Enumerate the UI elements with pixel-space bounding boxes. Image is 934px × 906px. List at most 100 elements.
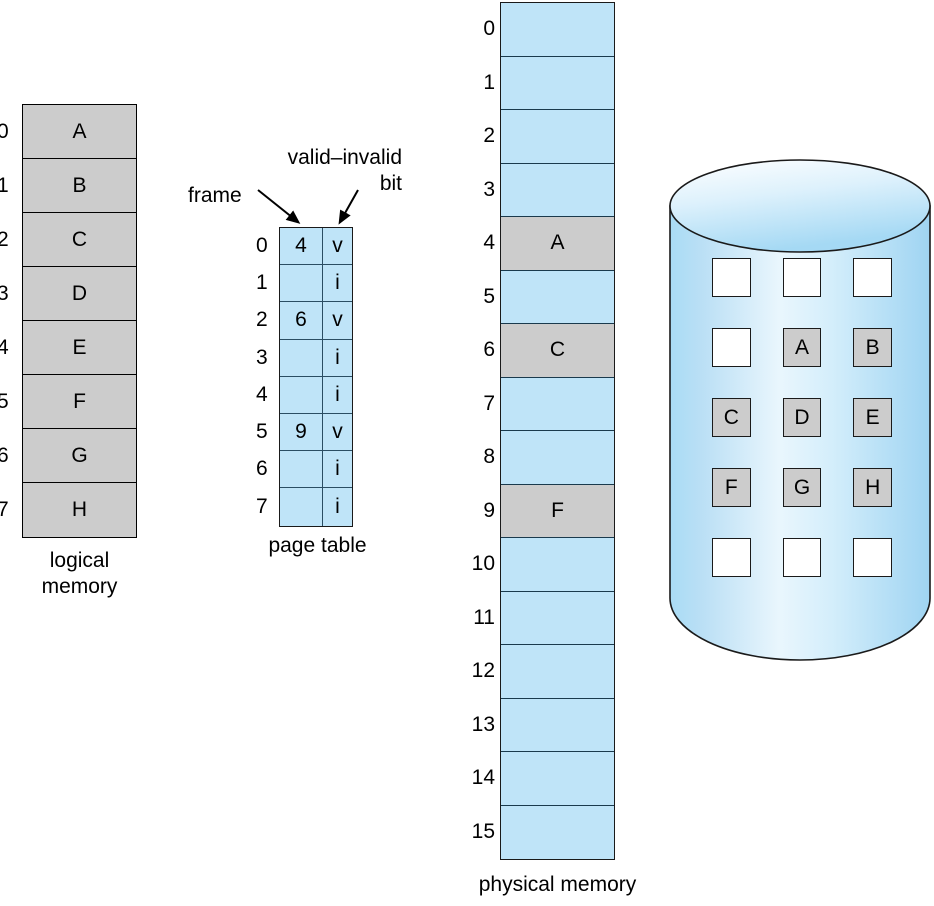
logical-memory-row-index: 2	[0, 227, 9, 251]
logical-memory-caption-line1: logical	[49, 549, 110, 572]
logical-memory-row-value: E	[72, 335, 87, 359]
physical-memory-frame-index: 1	[483, 70, 495, 94]
frame-header-label: frame	[188, 184, 242, 207]
page-table-row-index: 3	[256, 345, 268, 369]
disk-block-row	[712, 258, 893, 297]
page-table-row: 59v	[256, 413, 352, 452]
physical-memory-frame: 1	[483, 56, 614, 110]
physical-memory-caption: physical memory	[478, 873, 637, 896]
physical-memory-frame-value: A	[550, 231, 565, 255]
physical-memory-frame-index: 15	[471, 820, 495, 844]
physical-memory-frame-index: 0	[483, 17, 495, 41]
page-table-valid-invalid-cell: v	[332, 308, 343, 332]
page-table-caption: page table	[268, 534, 367, 557]
physical-memory-frame-index: 4	[483, 231, 495, 255]
page-table-row: 3i	[256, 339, 352, 377]
disk-block-row: CDE	[712, 398, 893, 437]
page-table-row: 7i	[256, 488, 352, 526]
page-table: 04v1i26v3i4i59v6i7i	[256, 227, 353, 527]
page-table-row-index: 2	[256, 308, 268, 332]
logical-memory-row-value: H	[71, 498, 88, 521]
disk-block: D	[782, 398, 822, 437]
page-table-frame-cell	[280, 376, 323, 413]
page-table-frame-cell: 9	[280, 413, 323, 451]
backing-store-disk: AB CDE FGH	[668, 158, 932, 668]
logical-memory-row: 6G	[0, 429, 136, 483]
logical-memory-row-index: 3	[0, 281, 9, 305]
page-table-valid-invalid-cell: i	[335, 382, 340, 406]
physical-memory-frame: 9F	[483, 484, 614, 538]
physical-memory-frame: 5	[483, 270, 614, 324]
logical-memory-row: 0A	[0, 105, 136, 159]
page-table-frame-cell	[280, 451, 323, 488]
valid-invalid-arrow	[338, 189, 359, 225]
physical-memory-frame-index: 3	[483, 177, 495, 201]
physical-memory-frame: 2	[483, 110, 614, 164]
disk-block-row	[712, 538, 893, 577]
disk-block	[782, 538, 822, 577]
page-table-valid-invalid-cell: i	[335, 457, 340, 481]
physical-memory-frame-index: 13	[471, 712, 495, 736]
page-table-valid-invalid-cell: i	[335, 345, 340, 369]
logical-memory-row: 4E	[0, 321, 136, 375]
logical-memory-row: 7H	[0, 483, 136, 537]
disk-block	[853, 538, 893, 577]
physical-memory-frame: 8	[483, 431, 614, 485]
physical-memory-frame: 14	[472, 752, 614, 806]
disk-block	[712, 328, 751, 367]
physical-memory-frame-index: 9	[483, 498, 495, 522]
physical-memory-frame: 6C	[483, 324, 614, 378]
physical-memory-frame: 11	[473, 591, 614, 645]
disk-block	[853, 258, 893, 297]
disk-block: C	[712, 398, 751, 437]
logical-memory-row-value: G	[71, 443, 88, 467]
physical-memory-frame: 15	[472, 805, 614, 859]
logical-memory-table: 0A1B2C3D4E5F6G7H	[0, 104, 137, 538]
disk-block: B	[853, 328, 893, 367]
physical-memory-frame: 4A	[483, 217, 614, 271]
physical-memory-frame-index: 12	[471, 659, 495, 683]
page-table-frame-cell	[280, 488, 323, 526]
physical-memory-frame-index: 8	[483, 445, 495, 469]
page-table-valid-invalid-cell: i	[335, 494, 340, 518]
logical-memory-row-index: 4	[0, 335, 9, 359]
disk-block	[712, 538, 751, 577]
logical-memory-row-index: 7	[0, 498, 9, 521]
frame-arrow	[257, 189, 301, 224]
physical-memory-frame-index: 11	[473, 605, 495, 629]
page-table-row: 04v	[256, 228, 352, 266]
disk-block: A	[782, 328, 822, 367]
page-table-row: 26v	[256, 302, 352, 340]
page-table-row-index: 1	[256, 271, 268, 295]
physical-memory-frame-index: 6	[483, 338, 495, 362]
physical-memory-table: 0 1 2 3 4 A 5 6 C 7 8 9 F 10 11 12 13 14 15	[472, 2, 615, 860]
disk-block: H	[853, 468, 893, 507]
disk-block-grid: AB CDE FGH	[712, 258, 893, 577]
disk-block: G	[782, 468, 822, 507]
physical-memory-frame-index: 2	[483, 124, 495, 148]
page-table-header-arrows	[257, 189, 359, 225]
disk-block-row: FGH	[712, 468, 893, 507]
disk-block	[712, 258, 751, 297]
physical-memory-frame-value: F	[551, 498, 564, 522]
physical-memory-frame: 13	[472, 698, 614, 752]
page-table-row: 6i	[256, 451, 352, 489]
physical-memory-frame: 3	[483, 163, 614, 217]
logical-memory-row: 5F	[0, 375, 136, 429]
logical-memory-row-index: 1	[0, 173, 9, 197]
page-table-row: 4i	[256, 376, 352, 414]
page-table-valid-invalid-cell: v	[332, 234, 343, 258]
disk-block-row: AB	[712, 328, 893, 367]
physical-memory-frame-index: 5	[483, 284, 495, 308]
logical-memory-row: 1B	[0, 159, 136, 213]
logical-memory-row-value: A	[72, 119, 87, 143]
physical-memory-frame: 0	[483, 3, 614, 57]
logical-memory-row: 3D	[0, 267, 136, 321]
logical-memory-caption-line2: memory	[41, 575, 118, 598]
disk-block: E	[853, 398, 893, 437]
page-table-frame-cell: 4	[280, 228, 323, 265]
physical-memory-frame: 12	[472, 645, 614, 699]
logical-memory-row-index: 6	[0, 443, 9, 467]
page-table-frame-cell	[280, 265, 323, 302]
physical-memory-frame-index: 14	[471, 766, 495, 790]
